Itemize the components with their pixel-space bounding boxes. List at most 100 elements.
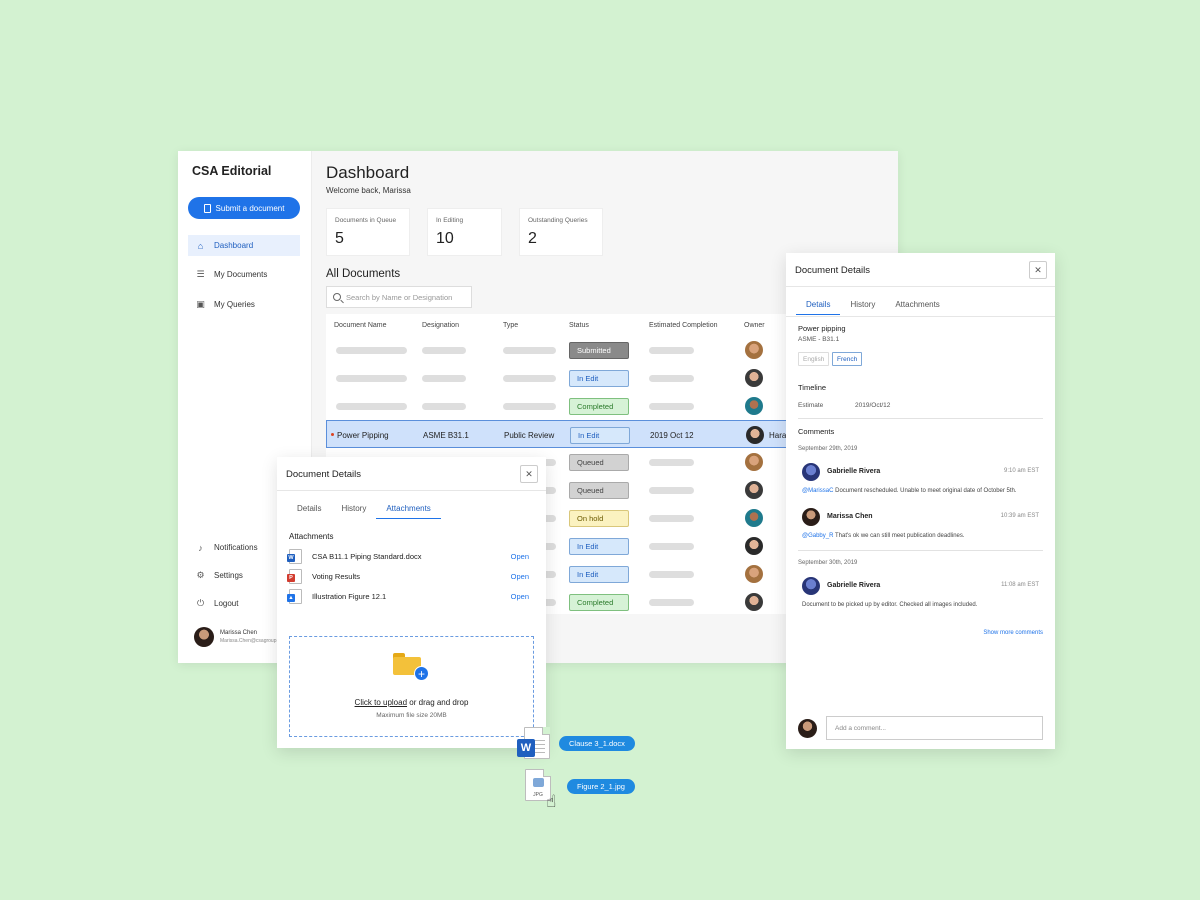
- attachment-item: P Voting Results Open: [287, 568, 529, 584]
- status-badge: Queued: [569, 482, 629, 499]
- placeholder-bar: [649, 599, 694, 606]
- placeholder-bar: [649, 459, 694, 466]
- cell-owner-name: Hara: [769, 431, 787, 440]
- comment-mention[interactable]: @MarissaC: [802, 488, 833, 494]
- nav-label: Notifications: [214, 543, 258, 552]
- section-title: All Documents: [326, 268, 401, 280]
- tab-history[interactable]: History: [331, 504, 376, 519]
- avatar: [745, 453, 763, 471]
- column-header[interactable]: Document Name: [334, 322, 387, 329]
- stat-label: In Editing: [436, 217, 464, 224]
- comment-text: @Gabby_R That's ok we can still meet pub…: [802, 533, 965, 539]
- document-name: Power pipping: [798, 324, 846, 333]
- nav-my-documents[interactable]: ☰ My Documents: [188, 264, 300, 285]
- stat-value: 5: [335, 230, 344, 247]
- welcome-text: Welcome back, Marissa: [326, 186, 411, 195]
- file-chip-jpg[interactable]: Figure 2_1.jpg: [567, 779, 635, 794]
- search-icon: [333, 293, 341, 301]
- show-more-comments-link[interactable]: Show more comments: [983, 630, 1043, 636]
- tab-attachments[interactable]: Attachments: [376, 504, 441, 519]
- nav-label: Settings: [214, 571, 243, 580]
- comment-input[interactable]: Add a comment...: [826, 716, 1043, 740]
- attachment-name: Voting Results: [312, 571, 360, 581]
- language-english[interactable]: English: [798, 352, 830, 366]
- upload-drag-text: drag and drop: [418, 698, 469, 707]
- tab-details[interactable]: Details: [796, 300, 841, 315]
- cell-type: Public Review: [504, 431, 555, 440]
- comment-time: 10:39 am EST: [1000, 513, 1039, 519]
- column-header[interactable]: Status: [569, 322, 589, 329]
- panel-tabs: Details History Attachments: [287, 504, 441, 519]
- submit-document-button[interactable]: Submit a document: [188, 197, 300, 219]
- file-icon: ▲: [287, 588, 302, 604]
- open-attachment-link[interactable]: Open: [511, 552, 529, 561]
- upload-max-size: Maximum file size 20MB: [376, 712, 447, 719]
- nav-dashboard[interactable]: ⌂ Dashboard: [188, 235, 300, 256]
- nav-my-queries[interactable]: ▣ My Queries: [188, 294, 300, 315]
- divider: [798, 418, 1043, 419]
- stat-value: 2: [528, 230, 537, 247]
- language-french[interactable]: French: [832, 352, 863, 366]
- placeholder-bar: [649, 487, 694, 494]
- comment-author: Gabrielle Rivera: [827, 582, 881, 589]
- stat-card-queue: Documents in Queue 5: [326, 208, 410, 256]
- click-to-upload-link[interactable]: Click to upload: [355, 698, 407, 707]
- placeholder-bar: [649, 543, 694, 550]
- avatar: [745, 593, 763, 611]
- avatar: [798, 719, 817, 738]
- page-title: Dashboard: [326, 163, 410, 182]
- search-placeholder: Search by Name or Designation: [346, 292, 453, 302]
- file-line: [534, 740, 545, 741]
- comment-body: That's ok we can still meet publication …: [833, 533, 965, 539]
- upload-dropzone[interactable]: + Click to upload or drag and drop Maxim…: [289, 636, 534, 737]
- estimate-value: 2019/Oct/12: [855, 402, 891, 409]
- placeholder-bar: [503, 403, 556, 410]
- comment-date: September 30th, 2019: [798, 560, 858, 566]
- close-icon[interactable]: ✕: [520, 465, 538, 483]
- stat-label: Documents in Queue: [335, 217, 397, 224]
- nav-label: Dashboard: [214, 241, 254, 250]
- comment-mention[interactable]: @Gabby_R: [802, 533, 833, 539]
- placeholder-bar: [503, 347, 556, 354]
- file-chip-docx[interactable]: Clause 3_1.docx: [559, 736, 635, 751]
- file-icon: W: [287, 548, 302, 564]
- attachments-title: Attachments: [289, 532, 334, 541]
- tab-details[interactable]: Details: [287, 504, 331, 519]
- placeholder-bar: [649, 347, 694, 354]
- status-badge: On hold: [569, 510, 629, 527]
- logout-icon: ⏻: [196, 598, 205, 608]
- search-input[interactable]: Search by Name or Designation: [326, 286, 472, 308]
- word-icon: W: [517, 739, 535, 757]
- selected-marker: [331, 433, 334, 436]
- query-icon: ▣: [196, 299, 205, 309]
- open-attachment-link[interactable]: Open: [511, 592, 529, 601]
- plus-icon: +: [414, 666, 429, 681]
- file-line: [534, 748, 545, 749]
- column-header[interactable]: Type: [503, 322, 518, 329]
- panel-header: Document Details ✕: [786, 253, 1055, 287]
- timeline-title: Timeline: [798, 383, 827, 392]
- close-icon[interactable]: ✕: [1029, 261, 1047, 279]
- user-profile[interactable]: Marissa Chen Marissa.Chen@csagroup.org: [194, 627, 285, 647]
- column-header[interactable]: Estimated Completion: [649, 322, 717, 329]
- comments-title: Comments: [798, 427, 835, 436]
- document-details-panel-right: Document Details ✕ Details History Attac…: [786, 253, 1055, 749]
- open-attachment-link[interactable]: Open: [511, 572, 529, 581]
- comment-author: Gabrielle Rivera: [827, 468, 881, 475]
- column-header[interactable]: Owner: [744, 322, 765, 329]
- home-icon: ⌂: [197, 240, 204, 251]
- tab-history[interactable]: History: [840, 300, 885, 315]
- grab-cursor-icon: ☝: [546, 792, 557, 811]
- avatar: [802, 508, 820, 526]
- upload-instructions: Click to upload or drag and drop: [290, 698, 533, 707]
- column-header[interactable]: Designation: [422, 322, 459, 329]
- status-badge: In Edit: [569, 566, 629, 583]
- attachment-name: CSA B11.1 Piping Standard.docx: [312, 551, 422, 561]
- avatar: [745, 481, 763, 499]
- placeholder-bar: [649, 571, 694, 578]
- placeholder-bar: [336, 347, 407, 354]
- submit-document-label: Submit a document: [215, 203, 285, 213]
- avatar: [745, 537, 763, 555]
- tab-attachments[interactable]: Attachments: [885, 300, 949, 315]
- bell-icon: ♪: [198, 542, 203, 553]
